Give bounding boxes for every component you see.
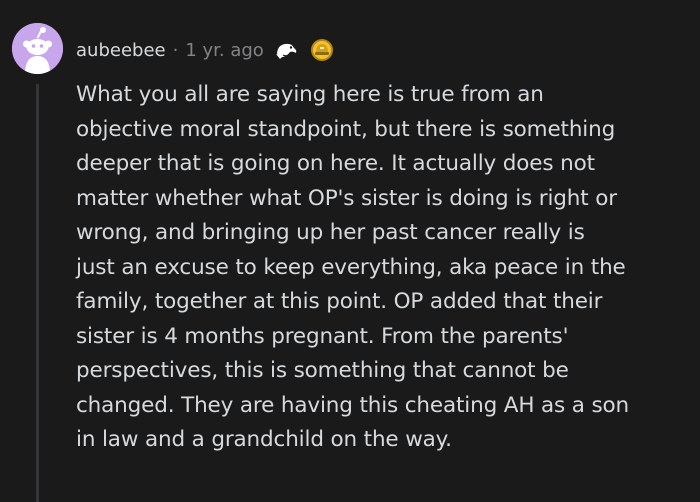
comment-body-line: just an excuse to keep everything, aka p… bbox=[76, 254, 626, 280]
comment-meta: aubeebee · 1 yr. ago bbox=[76, 36, 334, 64]
comment-body-line: What you all are saying here is true fro… bbox=[76, 82, 544, 107]
comment-body-line: perspectives, this is something that can… bbox=[76, 358, 569, 383]
snoo-avatar-icon bbox=[12, 23, 63, 74]
comment-body-line: wrong, and bringing up her past cancer r… bbox=[76, 220, 585, 245]
comment-body-line: deeper that is going on here. It actuall… bbox=[76, 151, 595, 176]
comment-body-line: matter whether what OP's sister is doing… bbox=[76, 185, 617, 211]
wholesome-seal-award-icon[interactable] bbox=[274, 39, 300, 61]
comment-body-line: sister is 4 months pregnant. From the pa… bbox=[76, 323, 569, 349]
comment-body-line: in law and a grandchild on the way. bbox=[76, 427, 452, 452]
comment-body-line: family, together at this point. OP added… bbox=[76, 289, 603, 314]
username-link[interactable]: aubeebee bbox=[76, 40, 166, 61]
thread-line[interactable] bbox=[36, 84, 39, 502]
meta-separator: · bbox=[172, 39, 179, 61]
comment-body-line: objective moral standpoint, but there is… bbox=[76, 116, 616, 142]
comment-body-line: changed. They are having this cheating A… bbox=[76, 392, 630, 418]
gold-helmet-award-icon[interactable] bbox=[310, 38, 334, 62]
timestamp-link[interactable]: 1 yr. ago bbox=[185, 40, 264, 61]
avatar[interactable] bbox=[12, 23, 63, 74]
comment-body: What you all are saying here is true fro… bbox=[76, 78, 682, 458]
